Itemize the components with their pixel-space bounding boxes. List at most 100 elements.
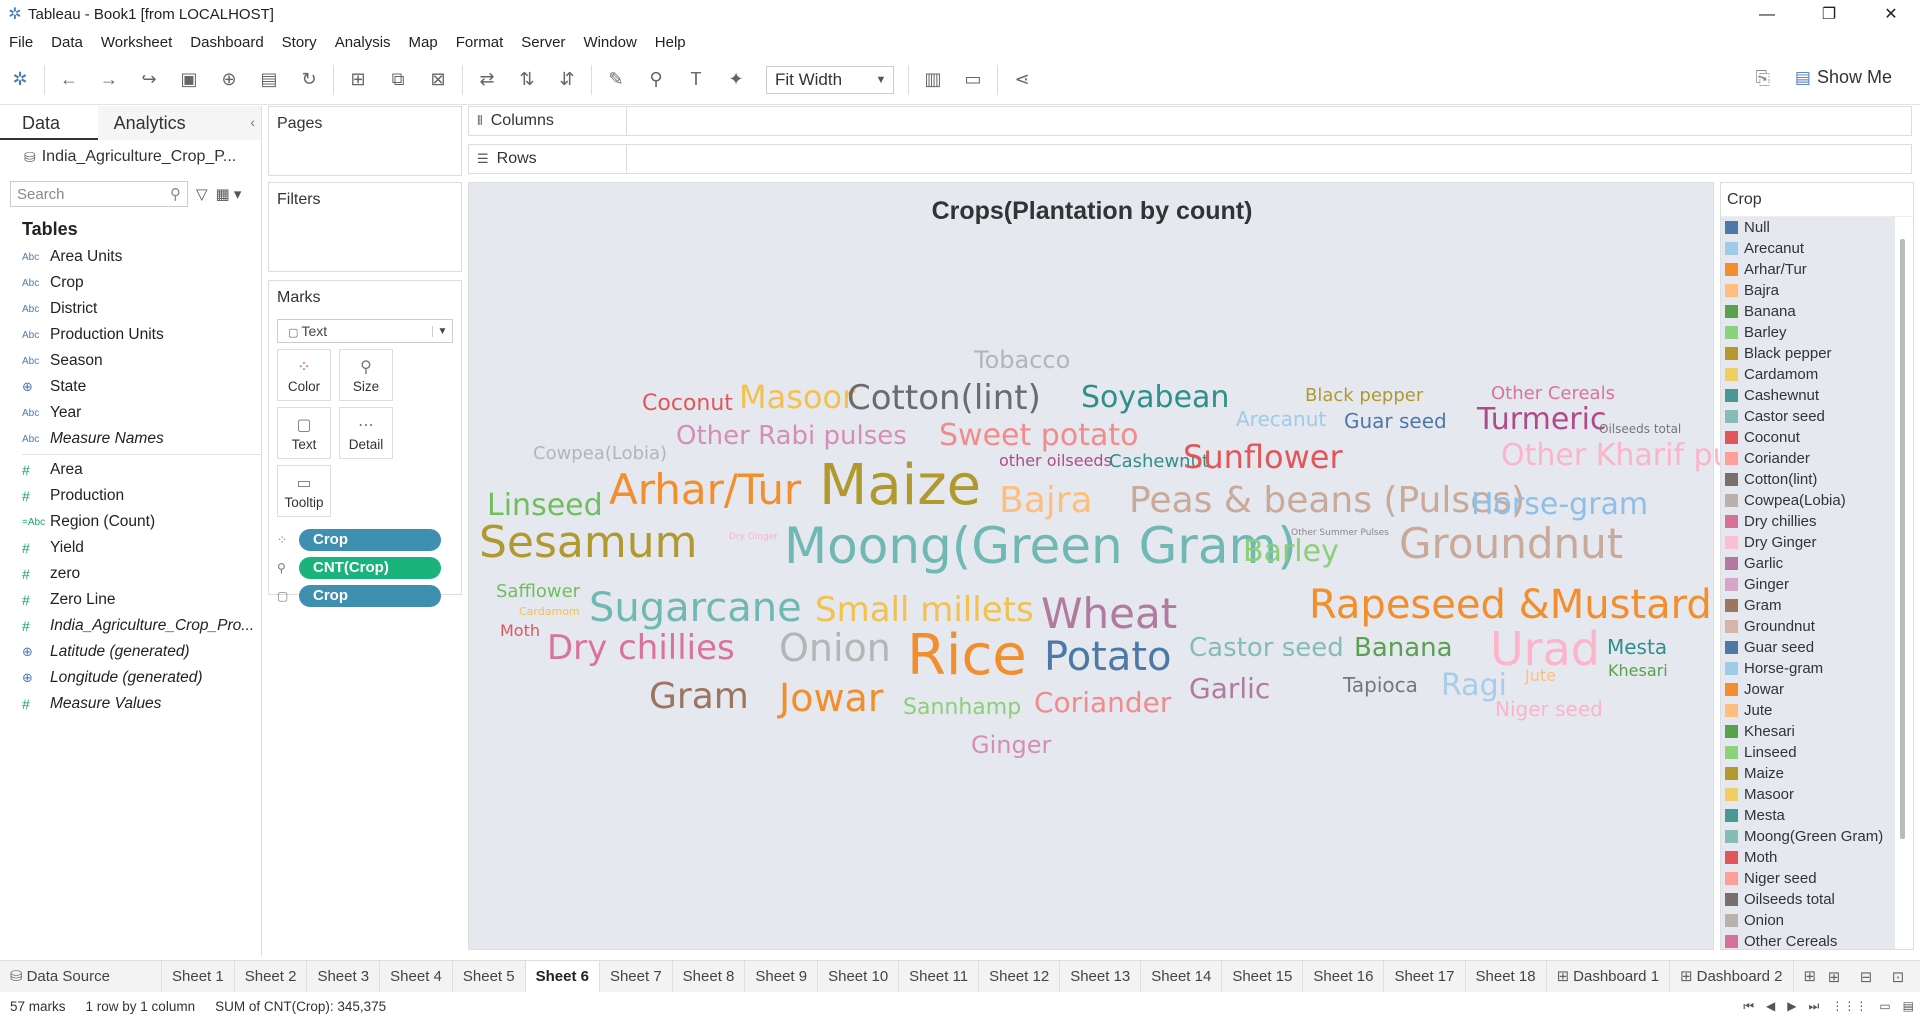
word-castor-seed[interactable]: Castor seed bbox=[1189, 635, 1344, 661]
field-longitude-generated-[interactable]: ⊕ Longitude (generated) bbox=[0, 665, 261, 691]
legend-item-khesari[interactable]: Khesari bbox=[1721, 721, 1895, 742]
legend-item-ginger[interactable]: Ginger bbox=[1721, 574, 1895, 595]
legend-item-castor-seed[interactable]: Castor seed bbox=[1721, 406, 1895, 427]
pill-crop[interactable]: Crop bbox=[299, 529, 441, 551]
word-other-oilseeds[interactable]: other oilseeds bbox=[999, 453, 1112, 469]
sheet-tab-sheet-3[interactable]: Sheet 3 bbox=[307, 960, 381, 993]
word-masoor[interactable]: Masoor bbox=[739, 381, 855, 413]
sheet-tab-sheet-16[interactable]: Sheet 16 bbox=[1303, 960, 1385, 993]
color-button[interactable]: ⁘ Color bbox=[277, 349, 331, 401]
legend-item-null[interactable]: Null bbox=[1721, 217, 1895, 238]
labels-icon[interactable]: T bbox=[676, 60, 716, 100]
field-production-units[interactable]: Abc Production Units bbox=[0, 322, 261, 348]
legend-item-garlic[interactable]: Garlic bbox=[1721, 553, 1895, 574]
legend-item-cardamom[interactable]: Cardamom bbox=[1721, 364, 1895, 385]
word-niger-seed[interactable]: Niger seed bbox=[1495, 699, 1603, 719]
menu-window[interactable]: Window bbox=[574, 34, 645, 51]
pill-cnt-crop-[interactable]: CNT(Crop) bbox=[299, 557, 441, 579]
duplicate-sheet-icon[interactable]: ⧉ bbox=[378, 60, 418, 100]
next-sheet-icon[interactable]: ▶ bbox=[1787, 999, 1796, 1013]
field-zero[interactable]: # zero bbox=[0, 561, 261, 587]
sort-descending-icon[interactable]: ⇵ bbox=[547, 60, 587, 100]
word-horse-gram[interactable]: Horse-gram bbox=[1471, 490, 1648, 520]
sheet-tab-sheet-14[interactable]: Sheet 14 bbox=[1141, 960, 1223, 993]
word-sweet-potato[interactable]: Sweet potato bbox=[939, 421, 1138, 451]
field-production[interactable]: # Production bbox=[0, 483, 261, 509]
field-district[interactable]: Abc District bbox=[0, 296, 261, 322]
sheet-tab-sheet-17[interactable]: Sheet 17 bbox=[1384, 960, 1466, 993]
menu-data[interactable]: Data bbox=[42, 34, 92, 51]
word-ginger[interactable]: Ginger bbox=[971, 733, 1051, 757]
sheet-tab-sheet-11[interactable]: Sheet 11 bbox=[899, 960, 980, 993]
text-button[interactable]: ▢ Text bbox=[277, 407, 331, 459]
word-arecanut[interactable]: Arecanut bbox=[1236, 409, 1326, 429]
word-dry-ginger[interactable]: Dry Ginger bbox=[729, 533, 778, 542]
sorter-icon[interactable]: ⋮⋮⋮ bbox=[1831, 999, 1867, 1013]
legend-item-black-pepper[interactable]: Black pepper bbox=[1721, 343, 1895, 364]
word-bajra[interactable]: Bajra bbox=[999, 483, 1093, 519]
field-area[interactable]: # Area bbox=[0, 457, 261, 483]
search-input[interactable]: Search ⚲ bbox=[10, 181, 188, 207]
word-cotton-lint-[interactable]: Cotton(lint) bbox=[847, 381, 1041, 415]
pause-updates-icon[interactable]: ▤ bbox=[249, 60, 289, 100]
word-rice[interactable]: Rice bbox=[907, 628, 1027, 684]
new-worksheet-icon[interactable]: ⊞ bbox=[338, 60, 378, 100]
legend-item-linseed[interactable]: Linseed bbox=[1721, 742, 1895, 763]
menu-worksheet[interactable]: Worksheet bbox=[92, 34, 181, 51]
word-cloud-view[interactable]: Crops(Plantation by count) Tobacco Coconu… bbox=[468, 182, 1790, 950]
new-story-tab-icon[interactable]: ⊡ bbox=[1882, 968, 1914, 986]
sheet-tab-sheet-15[interactable]: Sheet 15 bbox=[1222, 960, 1304, 993]
menu-help[interactable]: Help bbox=[646, 34, 695, 51]
legend-item-cotton-lint-[interactable]: Cotton(lint) bbox=[1721, 469, 1895, 490]
field-yield[interactable]: # Yield bbox=[0, 535, 261, 561]
legend-item-oilseeds-total[interactable]: Oilseeds total bbox=[1721, 889, 1895, 910]
show-me-button[interactable]: ▤ Show Me bbox=[1795, 67, 1892, 88]
word-groundnut[interactable]: Groundnut bbox=[1399, 523, 1623, 565]
legend-item-cowpea-lobia-[interactable]: Cowpea(Lobia) bbox=[1721, 490, 1895, 511]
filters-shelf[interactable]: Filters bbox=[268, 182, 462, 272]
word-garlic[interactable]: Garlic bbox=[1189, 675, 1270, 703]
tableau-home-icon[interactable]: ✲ bbox=[0, 60, 40, 100]
sheet-tab-sheet-9[interactable]: Sheet 9 bbox=[745, 960, 819, 993]
word-potato[interactable]: Potato bbox=[1044, 637, 1172, 677]
legend-scrollbar[interactable] bbox=[1900, 239, 1905, 839]
fit-dropdown[interactable]: Fit Width ▼ bbox=[766, 65, 894, 94]
field-zero-line[interactable]: # Zero Line bbox=[0, 587, 261, 613]
detail-button[interactable]: ⋯ Detail bbox=[339, 407, 393, 459]
legend-item-mesta[interactable]: Mesta bbox=[1721, 805, 1895, 826]
word-tobacco[interactable]: Tobacco bbox=[974, 348, 1070, 372]
cards-icon[interactable]: ▥ bbox=[913, 60, 953, 100]
word-peas-beans-pulses-[interactable]: Peas & beans (Pulses) bbox=[1129, 483, 1525, 519]
field-latitude-generated-[interactable]: ⊕ Latitude (generated) bbox=[0, 639, 261, 665]
legend-item-niger-seed[interactable]: Niger seed bbox=[1721, 868, 1895, 889]
legend-item-masoor[interactable]: Masoor bbox=[1721, 784, 1895, 805]
word-coconut[interactable]: Coconut bbox=[642, 393, 733, 415]
dashboard-tab-2[interactable]: ⊞ Dashboard 2 bbox=[1670, 960, 1794, 993]
legend-item-coriander[interactable]: Coriander bbox=[1721, 448, 1895, 469]
legend-item-banana[interactable]: Banana bbox=[1721, 301, 1895, 322]
sheet-tab-sheet-7[interactable]: Sheet 7 bbox=[600, 960, 673, 993]
new-worksheet-tab-icon[interactable]: ⊞ bbox=[1818, 968, 1850, 986]
word-maize[interactable]: Maize bbox=[819, 458, 981, 514]
legend-item-horse-gram[interactable]: Horse-gram bbox=[1721, 658, 1895, 679]
tab-data[interactable]: Data bbox=[0, 106, 98, 140]
word-barley[interactable]: Barley bbox=[1243, 537, 1339, 567]
sheet-tab-sheet-4[interactable]: Sheet 4 bbox=[380, 960, 453, 993]
word-sesamum[interactable]: Sesamum bbox=[479, 521, 698, 565]
share-icon[interactable]: ⋖ bbox=[1002, 60, 1042, 100]
word-oilseeds-total[interactable]: Oilseeds total bbox=[1599, 423, 1681, 435]
field-year[interactable]: Abc Year bbox=[0, 400, 261, 426]
word-jowar[interactable]: Jowar bbox=[779, 679, 883, 717]
legend-item-other-cereals[interactable]: Other Cereals bbox=[1721, 931, 1895, 949]
word-guar-seed[interactable]: Guar seed bbox=[1344, 411, 1447, 431]
word-soyabean[interactable]: Soyabean bbox=[1081, 383, 1229, 413]
word-sannhamp[interactable]: Sannhamp bbox=[903, 697, 1021, 719]
field-measure-names[interactable]: Abc Measure Names bbox=[0, 426, 261, 452]
word-sunflower[interactable]: Sunflower bbox=[1183, 441, 1343, 473]
word-onion[interactable]: Onion bbox=[779, 629, 891, 667]
tabs-icon[interactable]: ▤ bbox=[1903, 999, 1914, 1013]
prev-sheet-icon[interactable]: ◀ bbox=[1766, 999, 1775, 1013]
group-icon[interactable]: ⚲ bbox=[636, 60, 676, 100]
legend-item-moong-green-gram-[interactable]: Moong(Green Gram) bbox=[1721, 826, 1895, 847]
filmstrip-icon[interactable]: ▭ bbox=[1879, 999, 1890, 1013]
